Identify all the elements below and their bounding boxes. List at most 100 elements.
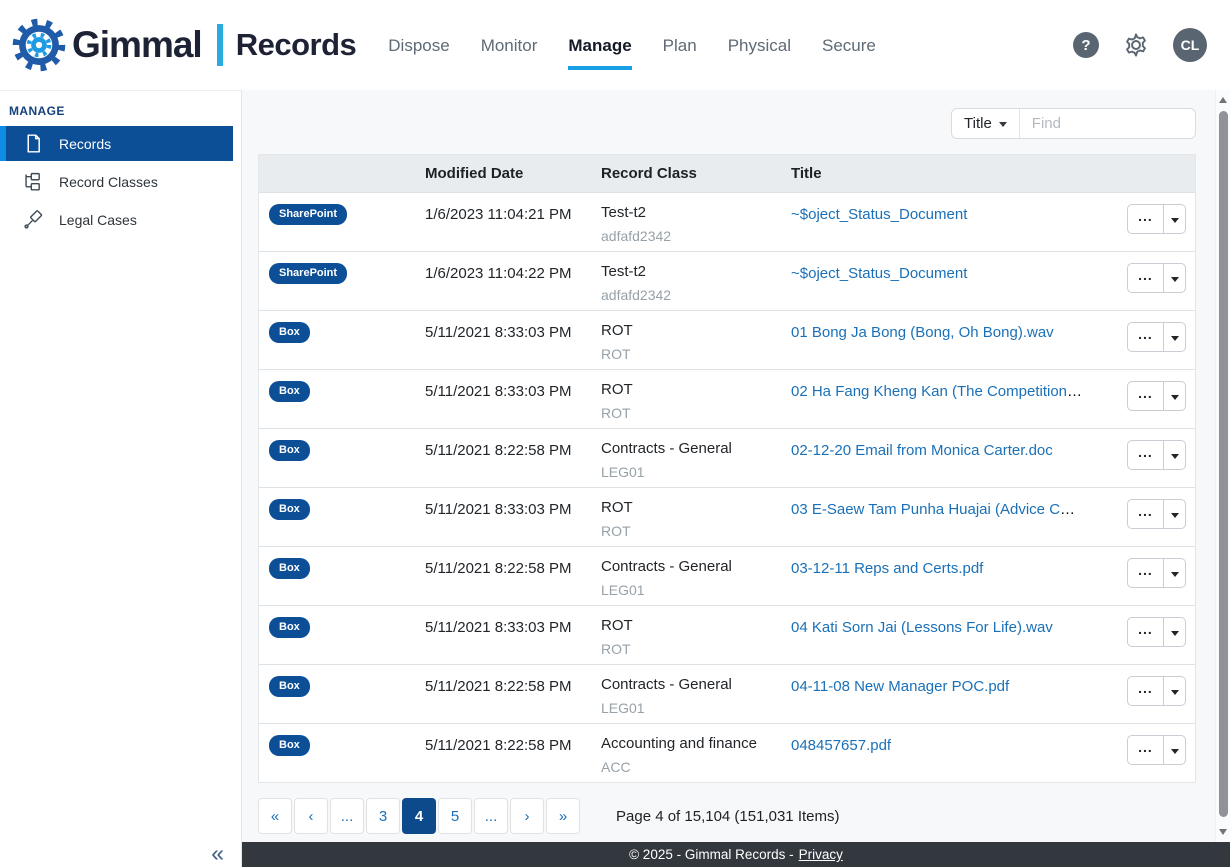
record-class-code: LEG01: [601, 582, 791, 598]
more-actions-button[interactable]: ...: [1128, 382, 1163, 410]
row-menu-dropdown-button[interactable]: [1163, 264, 1185, 292]
title-cell: 02 Ha Fang Kheng Kan (The Competition).w…: [791, 381, 1095, 400]
top-nav-item[interactable]: Monitor: [481, 36, 538, 70]
source-badge: Box: [269, 381, 310, 402]
top-nav-item[interactable]: Manage: [568, 36, 631, 70]
table-row: SharePoint 1/6/2023 11:04:22 PM Test-t2 …: [259, 251, 1195, 310]
sidebar-collapse-button[interactable]: «: [211, 842, 224, 865]
actions-cell: ...: [1095, 735, 1195, 765]
page-button[interactable]: ›: [510, 798, 544, 834]
record-title-link[interactable]: ~$oject_Status_Document: [791, 206, 967, 223]
table-row: Box 5/11/2021 8:22:58 PM Contracts - Gen…: [259, 428, 1195, 487]
hierarchy-icon: [23, 171, 44, 192]
modified-date-cell: 1/6/2023 11:04:21 PM: [425, 204, 601, 223]
more-actions-button[interactable]: ...: [1128, 559, 1163, 587]
modified-date-cell: 5/11/2021 8:22:58 PM: [425, 735, 601, 754]
record-title-link[interactable]: 04 Kati Sorn Jai (Lessons For Life).wav: [791, 619, 1053, 636]
scroll-down-arrow-icon[interactable]: [1219, 829, 1227, 835]
page-button[interactable]: 5: [438, 798, 472, 834]
record-title-link[interactable]: 01 Bong Ja Bong (Bong, Oh Bong).wav: [791, 324, 1054, 341]
page-button[interactable]: ...: [474, 798, 508, 834]
document-icon: [23, 133, 44, 154]
table-row: Box 5/11/2021 8:22:58 PM Accounting and …: [259, 723, 1195, 782]
row-menu-dropdown-button[interactable]: [1163, 500, 1185, 528]
page-button[interactable]: «: [258, 798, 292, 834]
record-class-name: ROT: [601, 499, 791, 516]
top-nav-item[interactable]: Plan: [663, 36, 697, 70]
sidebar-item-record-classes[interactable]: Record Classes: [0, 164, 233, 199]
vertical-scrollbar[interactable]: [1215, 90, 1230, 842]
filter-bar: Title: [242, 90, 1230, 139]
record-class-code: ROT: [601, 405, 791, 421]
gimmal-gear-logo-icon: [10, 16, 68, 74]
more-actions-button[interactable]: ...: [1128, 618, 1163, 646]
record-title-link[interactable]: 02-12-20 Email from Monica Carter.doc: [791, 442, 1053, 459]
record-class-name: ROT: [601, 322, 791, 339]
filter-field-dropdown[interactable]: Title: [952, 109, 1020, 138]
row-actions-split-button: ...: [1127, 263, 1186, 293]
user-avatar[interactable]: CL: [1173, 28, 1207, 62]
records-table: Modified Date Record Class Title SharePo…: [258, 154, 1196, 783]
record-title-link[interactable]: 04-11-08 New Manager POC.pdf: [791, 678, 1009, 695]
more-actions-button[interactable]: ...: [1128, 441, 1163, 469]
more-actions-button[interactable]: ...: [1128, 323, 1163, 351]
sidebar-item-records[interactable]: Records: [0, 126, 233, 161]
top-nav-item[interactable]: Dispose: [388, 36, 449, 70]
page-button[interactable]: ...: [330, 798, 364, 834]
row-menu-dropdown-button[interactable]: [1163, 382, 1185, 410]
scrollbar-thumb[interactable]: [1219, 111, 1228, 817]
row-menu-dropdown-button[interactable]: [1163, 618, 1185, 646]
row-actions-split-button: ...: [1127, 322, 1186, 352]
top-nav-item[interactable]: Physical: [728, 36, 791, 70]
more-actions-button[interactable]: ...: [1128, 677, 1163, 705]
source-cell: Box: [259, 558, 425, 579]
sidebar-item-legal-cases[interactable]: Legal Cases: [0, 202, 233, 237]
record-class-cell: ROT ROT: [601, 322, 791, 362]
find-input[interactable]: [1020, 109, 1195, 138]
more-actions-button[interactable]: ...: [1128, 736, 1163, 764]
modified-date-cell: 5/11/2021 8:22:58 PM: [425, 558, 601, 577]
brand-product: Records: [236, 27, 357, 63]
modified-date-cell: 5/11/2021 8:33:03 PM: [425, 322, 601, 341]
record-title-link[interactable]: 02 Ha Fang Kheng Kan (The Competition).w…: [791, 383, 1095, 400]
question-icon: ?: [1081, 37, 1090, 54]
source-badge: Box: [269, 617, 310, 638]
page-button[interactable]: ‹: [294, 798, 328, 834]
record-title-link[interactable]: ~$oject_Status_Document: [791, 265, 967, 282]
row-menu-dropdown-button[interactable]: [1163, 323, 1185, 351]
record-class-code: ROT: [601, 641, 791, 657]
modified-date-cell: 5/11/2021 8:33:03 PM: [425, 617, 601, 636]
row-menu-dropdown-button[interactable]: [1163, 677, 1185, 705]
privacy-link[interactable]: Privacy: [799, 847, 843, 862]
row-menu-dropdown-button[interactable]: [1163, 441, 1185, 469]
more-actions-button[interactable]: ...: [1128, 264, 1163, 292]
caret-down-icon: [1171, 454, 1179, 459]
record-class-cell: ROT ROT: [601, 381, 791, 421]
caret-down-icon: [1171, 395, 1179, 400]
page-button[interactable]: 3: [366, 798, 400, 834]
page-button[interactable]: 4: [402, 798, 436, 834]
title-cell: 02-12-20 Email from Monica Carter.doc: [791, 440, 1095, 459]
actions-cell: ...: [1095, 381, 1195, 411]
row-menu-dropdown-button[interactable]: [1163, 559, 1185, 587]
page-button[interactable]: »: [546, 798, 580, 834]
record-title-link[interactable]: 03 E-Saew Tam Punha Huajai (Advice Colum…: [791, 501, 1095, 518]
record-class-code: ROT: [601, 346, 791, 362]
modified-date-cell: 1/6/2023 11:04:22 PM: [425, 263, 601, 282]
record-title-link[interactable]: 048457657.pdf: [791, 737, 891, 754]
top-nav-item[interactable]: Secure: [822, 36, 876, 70]
more-actions-button[interactable]: ...: [1128, 205, 1163, 233]
sidebar-item-label: Record Classes: [59, 174, 158, 190]
row-menu-dropdown-button[interactable]: [1163, 736, 1185, 764]
record-title-link[interactable]: 03-12-11 Reps and Certs.pdf: [791, 560, 983, 577]
modified-date-cell: 5/11/2021 8:22:58 PM: [425, 676, 601, 695]
settings-button[interactable]: [1122, 31, 1150, 59]
caret-down-icon: [1171, 277, 1179, 282]
record-class-code: LEG01: [601, 700, 791, 716]
row-menu-dropdown-button[interactable]: [1163, 205, 1185, 233]
source-cell: Box: [259, 499, 425, 520]
help-button[interactable]: ?: [1073, 32, 1099, 58]
record-class-code: adfafd2342: [601, 287, 791, 303]
more-actions-button[interactable]: ...: [1128, 500, 1163, 528]
scroll-up-arrow-icon[interactable]: [1219, 97, 1227, 103]
